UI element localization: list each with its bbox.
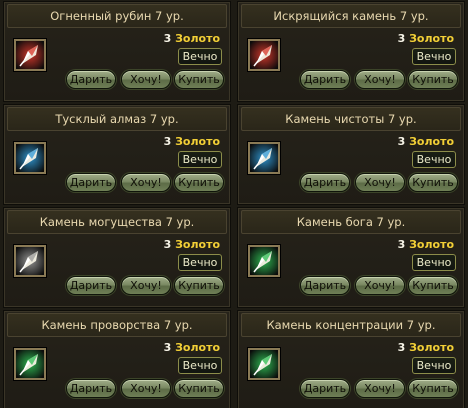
card-title-bar: Камень чистоты 7 ур. (241, 107, 461, 131)
want-button[interactable]: Хочу! (121, 173, 171, 192)
item-price: 3 Золото (398, 341, 454, 354)
duration-badge[interactable]: Вечно (412, 151, 456, 168)
buy-button[interactable]: Купить (408, 276, 458, 295)
item-title: Камень проворства 7 ур. (41, 318, 193, 332)
buy-button[interactable]: Купить (174, 70, 224, 89)
purity-stone-icon (250, 144, 278, 172)
item-title: Искрящийся камень 7 ур. (273, 9, 429, 23)
shop-items-grid: Огненный рубин 7 ур. 3 Золото Вечно Дари… (0, 0, 468, 408)
card-title-bar: Искрящийся камень 7 ур. (241, 4, 461, 28)
item-slot[interactable] (248, 142, 280, 174)
buy-button[interactable]: Купить (408, 379, 458, 398)
shop-item-card: Искрящийся камень 7 ур. 3 Золото Вечно Д… (237, 1, 465, 102)
price-currency: Золото (175, 341, 220, 354)
buy-button[interactable]: Купить (174, 276, 224, 295)
shop-item-card: Камень бога 7 ур. 3 Золото Вечно Дарить … (237, 207, 465, 308)
shop-item-card: Тусклый алмаз 7 ур. 3 Золото Вечно Дарит… (3, 104, 231, 205)
want-button[interactable]: Хочу! (355, 173, 405, 192)
gift-button[interactable]: Дарить (300, 173, 350, 192)
want-button[interactable]: Хочу! (355, 379, 405, 398)
item-slot[interactable] (14, 245, 46, 277)
item-price: 3 Золото (164, 135, 220, 148)
price-amount: 3 (397, 341, 406, 354)
item-slot[interactable] (248, 245, 280, 277)
gift-button[interactable]: Дарить (300, 70, 350, 89)
concentration-stone-icon (250, 350, 278, 378)
dull-diamond-icon (16, 144, 44, 172)
item-price: 3 Золото (164, 32, 220, 45)
want-button[interactable]: Хочу! (121, 276, 171, 295)
item-slot[interactable] (14, 348, 46, 380)
shop-item-card: Огненный рубин 7 ур. 3 Золото Вечно Дари… (3, 1, 231, 102)
price-currency: Золото (409, 238, 454, 251)
gift-button[interactable]: Дарить (66, 70, 116, 89)
card-title-bar: Камень могущества 7 ур. (7, 210, 227, 234)
price-currency: Золото (175, 135, 220, 148)
item-title: Камень бога 7 ур. (296, 215, 406, 229)
duration-badge[interactable]: Вечно (178, 48, 222, 65)
want-button[interactable]: Хочу! (355, 276, 405, 295)
card-title-bar: Огненный рубин 7 ур. (7, 4, 227, 28)
gift-button[interactable]: Дарить (66, 379, 116, 398)
gift-button[interactable]: Дарить (66, 173, 116, 192)
agility-stone-icon (16, 350, 44, 378)
price-amount: 3 (163, 238, 172, 251)
item-price: 3 Золото (398, 135, 454, 148)
shop-item-card: Камень могущества 7 ур. 3 Золото Вечно Д… (3, 207, 231, 308)
buy-button[interactable]: Купить (174, 379, 224, 398)
item-price: 3 Золото (164, 341, 220, 354)
price-amount: 3 (397, 135, 406, 148)
want-button[interactable]: Хочу! (355, 70, 405, 89)
price-currency: Золото (409, 341, 454, 354)
duration-badge[interactable]: Вечно (178, 254, 222, 271)
price-amount: 3 (163, 135, 172, 148)
gift-button[interactable]: Дарить (300, 379, 350, 398)
price-amount: 3 (163, 32, 172, 45)
item-title: Тусклый алмаз 7 ур. (55, 112, 179, 126)
price-currency: Золото (175, 32, 220, 45)
gift-button[interactable]: Дарить (300, 276, 350, 295)
shop-item-card: Камень концентрации 7 ур. 3 Золото Вечно… (237, 310, 465, 408)
shop-item-card: Камень проворства 7 ур. 3 Золото Вечно Д… (3, 310, 231, 408)
god-stone-icon (250, 247, 278, 275)
price-amount: 3 (397, 238, 406, 251)
item-price: 3 Золото (398, 238, 454, 251)
buy-button[interactable]: Купить (408, 173, 458, 192)
item-slot[interactable] (248, 348, 280, 380)
want-button[interactable]: Хочу! (121, 70, 171, 89)
item-slot[interactable] (248, 39, 280, 71)
sparkling-stone-icon (250, 41, 278, 69)
duration-badge[interactable]: Вечно (412, 48, 456, 65)
item-slot[interactable] (14, 142, 46, 174)
item-title: Огненный рубин 7 ур. (50, 9, 184, 23)
price-amount: 3 (397, 32, 406, 45)
item-title: Камень концентрации 7 ур. (266, 318, 436, 332)
duration-badge[interactable]: Вечно (412, 254, 456, 271)
item-price: 3 Золото (164, 238, 220, 251)
want-button[interactable]: Хочу! (121, 379, 171, 398)
power-stone-icon (16, 247, 44, 275)
card-title-bar: Тусклый алмаз 7 ур. (7, 107, 227, 131)
duration-badge[interactable]: Вечно (178, 151, 222, 168)
price-currency: Золото (409, 32, 454, 45)
price-currency: Золото (409, 135, 454, 148)
card-title-bar: Камень концентрации 7 ур. (241, 313, 461, 337)
shop-item-card: Камень чистоты 7 ур. 3 Золото Вечно Дари… (237, 104, 465, 205)
fire-ruby-icon (16, 41, 44, 69)
duration-badge[interactable]: Вечно (412, 357, 456, 374)
item-price: 3 Золото (398, 32, 454, 45)
item-slot[interactable] (14, 39, 46, 71)
item-title: Камень чистоты 7 ур. (285, 112, 417, 126)
price-currency: Золото (175, 238, 220, 251)
card-title-bar: Камень проворства 7 ур. (7, 313, 227, 337)
price-amount: 3 (163, 341, 172, 354)
duration-badge[interactable]: Вечно (178, 357, 222, 374)
gift-button[interactable]: Дарить (66, 276, 116, 295)
buy-button[interactable]: Купить (408, 70, 458, 89)
item-title: Камень могущества 7 ур. (39, 215, 195, 229)
buy-button[interactable]: Купить (174, 173, 224, 192)
card-title-bar: Камень бога 7 ур. (241, 210, 461, 234)
